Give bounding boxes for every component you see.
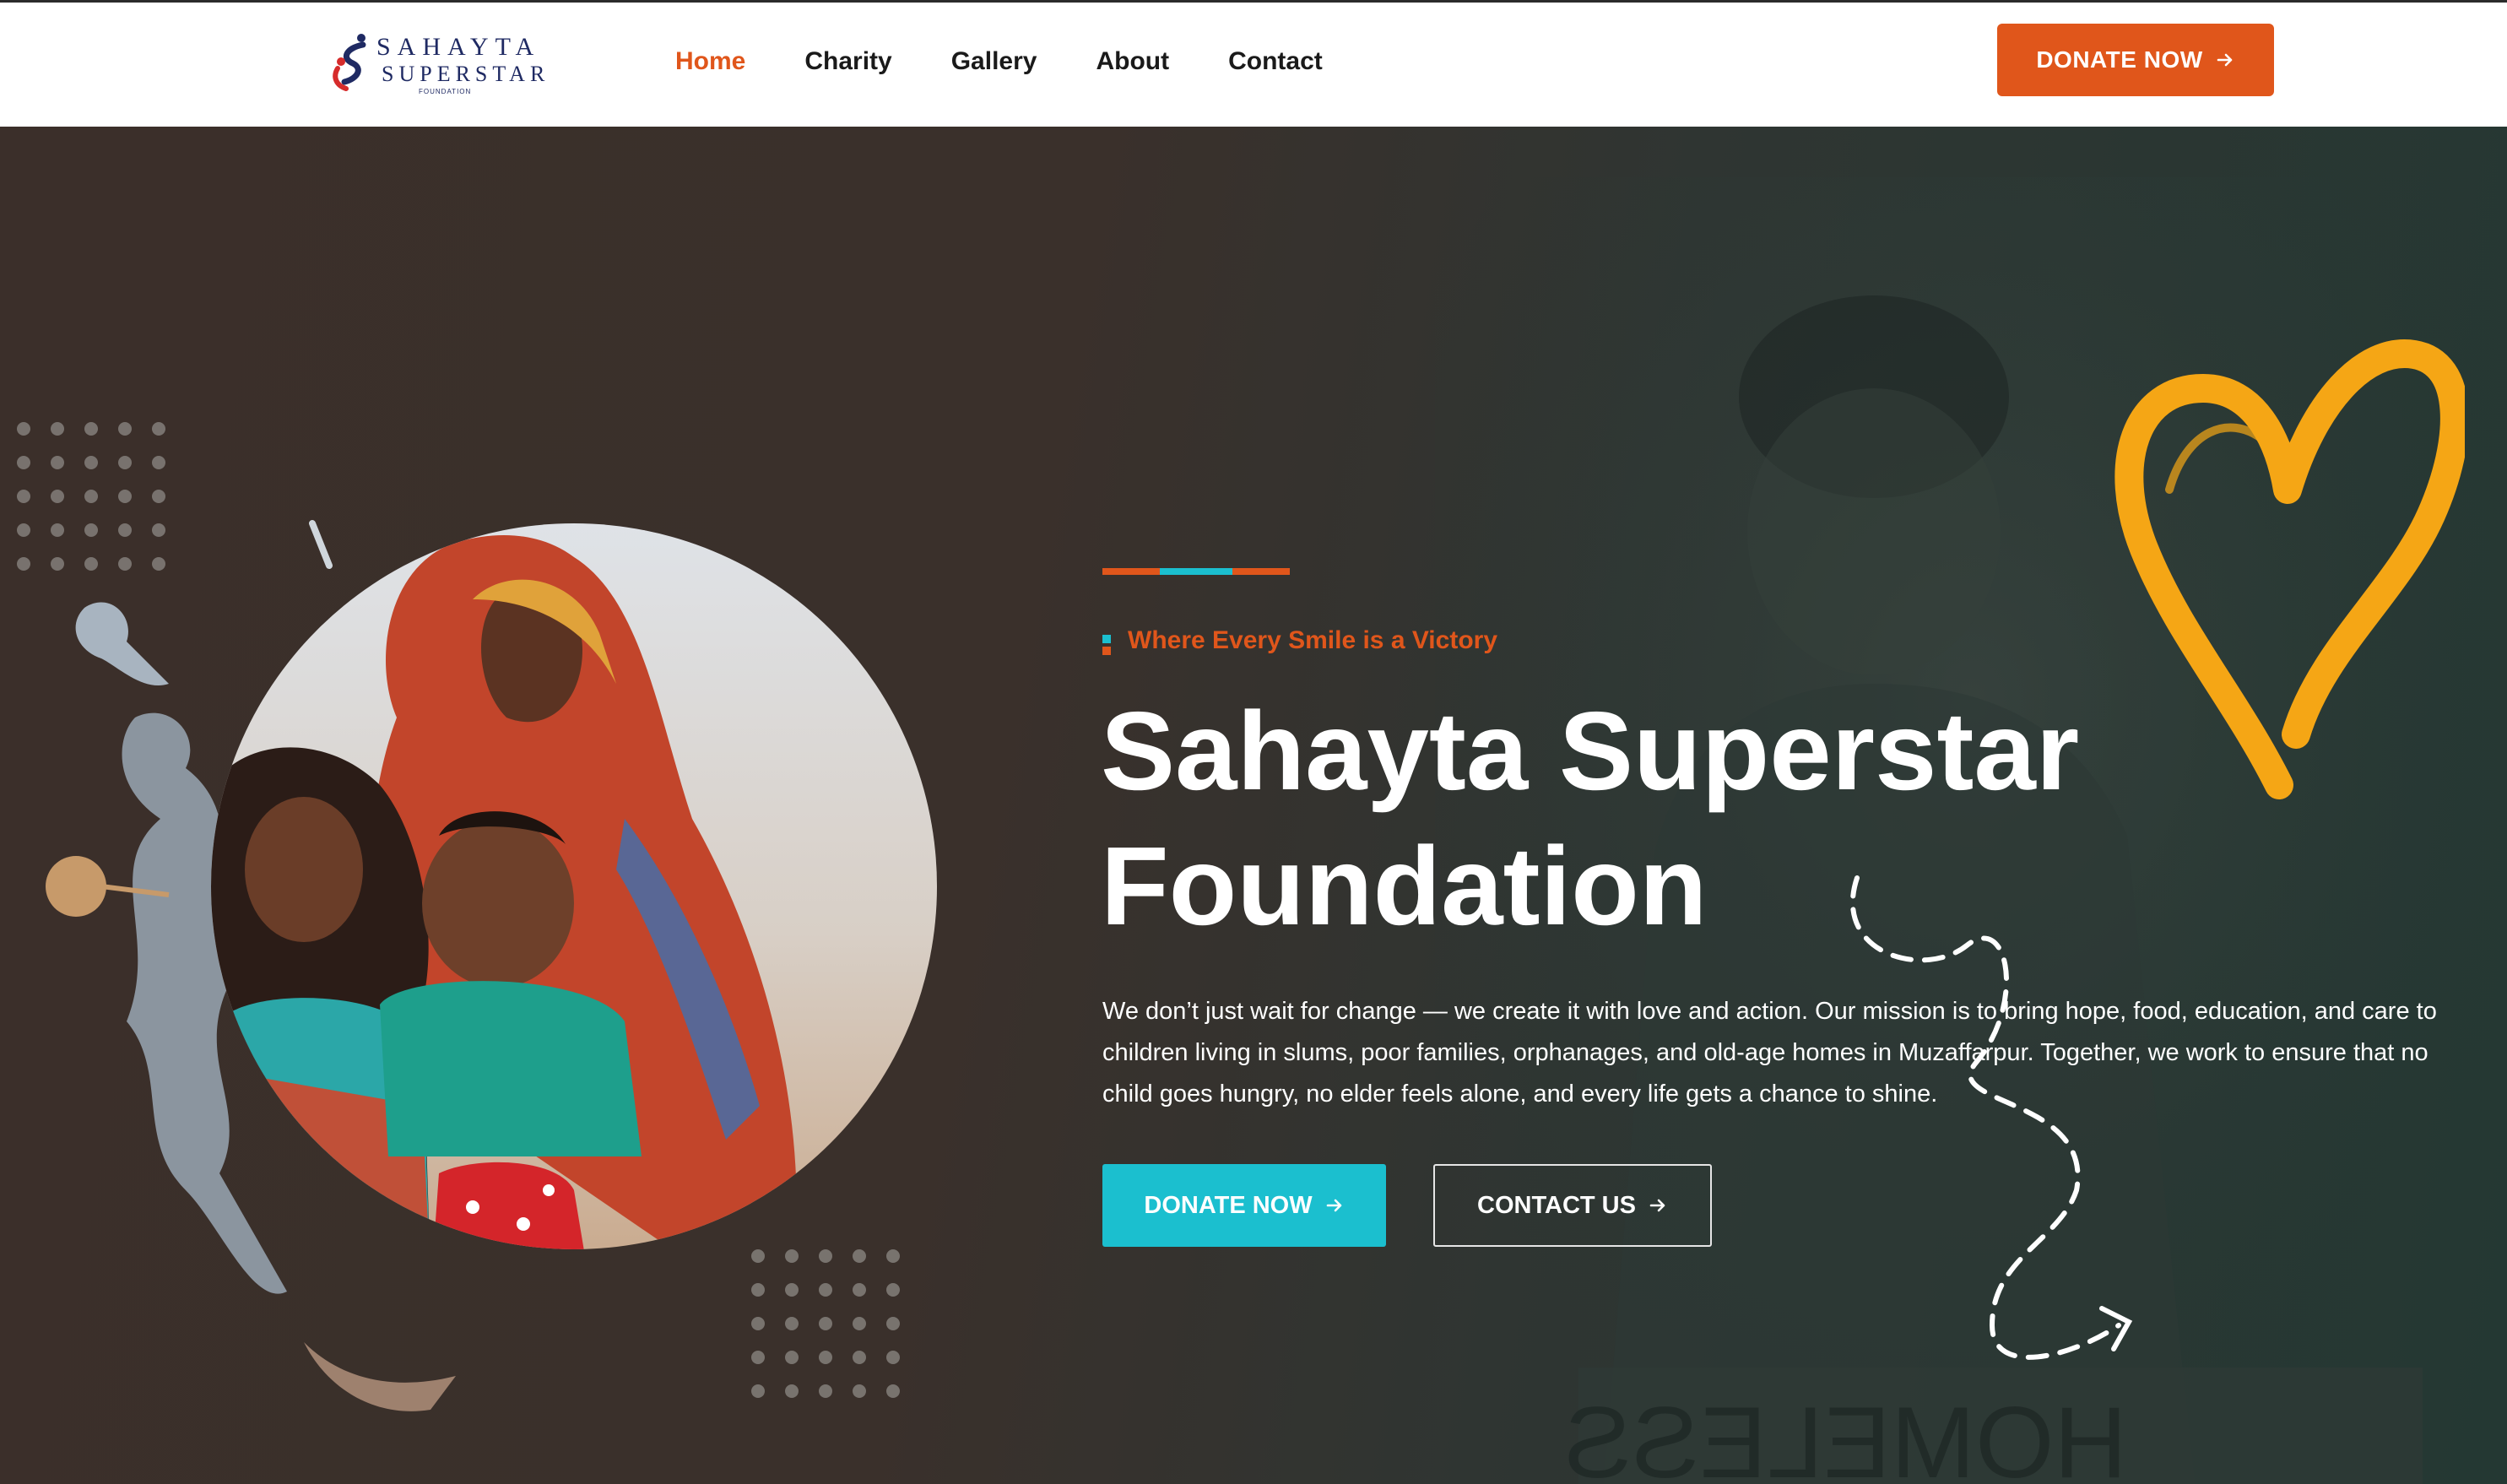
decorative-dot <box>17 490 30 503</box>
header-donate-button[interactable]: DONATE NOW <box>1997 24 2274 96</box>
hero-contact-button[interactable]: CONTACT US <box>1433 1164 1712 1247</box>
hero-section: HOMELESS Where Every Smile is a Victory … <box>0 127 2507 1484</box>
hero-contact-label: CONTACT US <box>1477 1191 1636 1219</box>
decorative-dot <box>17 557 30 571</box>
logo-text-line1: SAHAYTA <box>376 33 541 61</box>
header-donate-label: DONATE NOW <box>2036 46 2203 73</box>
arrow-right-icon <box>2217 53 2232 67</box>
hero-title: Sahayta Superstar Foundation <box>1101 689 2080 948</box>
logo-text-line3: FOUNDATION <box>419 88 472 95</box>
site-logo[interactable]: SAHAYTA SUPERSTAR FOUNDATION <box>329 24 544 100</box>
nav-item-about[interactable]: About <box>1096 43 1169 80</box>
nav-item-gallery[interactable]: Gallery <box>951 43 1037 80</box>
hero-description: We don’t just wait for change — we creat… <box>1102 998 2437 1108</box>
decorative-dot <box>51 422 64 436</box>
decorative-dot <box>118 422 132 436</box>
nav-item-contact[interactable]: Contact <box>1228 43 1323 80</box>
hero-family-photo <box>46 520 937 1411</box>
decorative-dot <box>17 523 30 537</box>
site-header: SAHAYTA SUPERSTAR FOUNDATION Home Charit… <box>0 3 2507 127</box>
logo-text-line2: SUPERSTAR <box>382 62 550 86</box>
hero-donate-label: DONATE NOW <box>1144 1191 1313 1219</box>
decorative-dot <box>17 422 30 436</box>
arrow-right-icon <box>1326 1199 1341 1212</box>
decorative-dot <box>152 422 165 436</box>
accent-divider <box>1102 568 1290 575</box>
decorative-dot <box>84 422 98 436</box>
nav-item-charity[interactable]: Charity <box>804 43 891 80</box>
hero-tagline: Where Every Smile is a Victory <box>1128 626 1498 654</box>
arrow-right-icon <box>1649 1199 1665 1212</box>
logo-mark-icon <box>333 34 366 91</box>
main-nav: Home Charity Gallery About Contact <box>675 43 1323 80</box>
decorative-dot <box>17 456 30 469</box>
svg-text:HOMELESS: HOMELESS <box>1564 1386 2127 1484</box>
tagline-marker-icon <box>1102 635 1111 655</box>
nav-item-home[interactable]: Home <box>675 43 745 80</box>
hero-donate-button[interactable]: DONATE NOW <box>1102 1164 1386 1247</box>
